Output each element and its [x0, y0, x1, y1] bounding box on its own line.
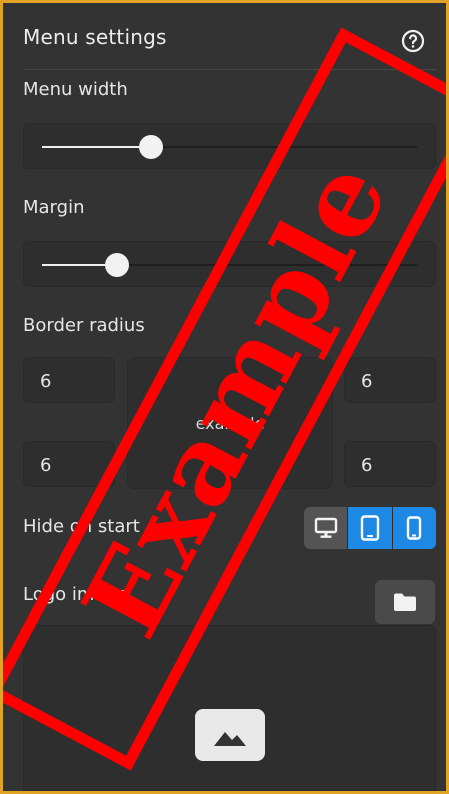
border-radius-bottom-right-input[interactable]: 6 [344, 441, 436, 487]
margin-label: Margin [23, 197, 85, 218]
border-radius-preview: example [127, 357, 333, 489]
menu-width-label: Menu width [23, 79, 128, 100]
menu-settings-panel: Menu settings Menu width Margin Border r… [0, 0, 449, 794]
panel-title: Menu settings [23, 25, 167, 49]
hide-on-start-label: Hide on start [23, 516, 140, 537]
border-radius-top-left-input[interactable]: 6 [23, 357, 115, 403]
margin-thumb[interactable] [105, 253, 129, 277]
border-radius-bottom-left-input[interactable]: 6 [23, 441, 115, 487]
title-divider [23, 69, 437, 70]
logo-image-label: Logo image [23, 584, 128, 605]
menu-width-fill [42, 146, 151, 148]
choose-logo-button[interactable] [375, 580, 435, 624]
menu-width-track[interactable] [42, 135, 417, 159]
hide-on-start-toggle-group [304, 507, 436, 549]
tablet-icon [360, 515, 380, 541]
hide-tablet-toggle[interactable] [347, 507, 392, 549]
mobile-icon [407, 516, 422, 540]
hide-mobile-toggle[interactable] [391, 507, 436, 549]
logo-image-placeholder[interactable] [195, 709, 265, 761]
help-circle-icon[interactable] [401, 29, 425, 53]
menu-width-slider[interactable] [23, 123, 436, 169]
hide-desktop-toggle[interactable] [304, 507, 348, 549]
margin-slider[interactable] [23, 241, 436, 287]
border-radius-label: Border radius [23, 315, 145, 336]
menu-width-thumb[interactable] [138, 135, 163, 159]
folder-icon [394, 593, 416, 611]
preview-text: example [195, 414, 265, 433]
desktop-icon [314, 517, 337, 538]
margin-track[interactable] [42, 253, 417, 277]
image-icon [214, 732, 246, 746]
border-radius-top-right-input[interactable]: 6 [344, 357, 436, 403]
